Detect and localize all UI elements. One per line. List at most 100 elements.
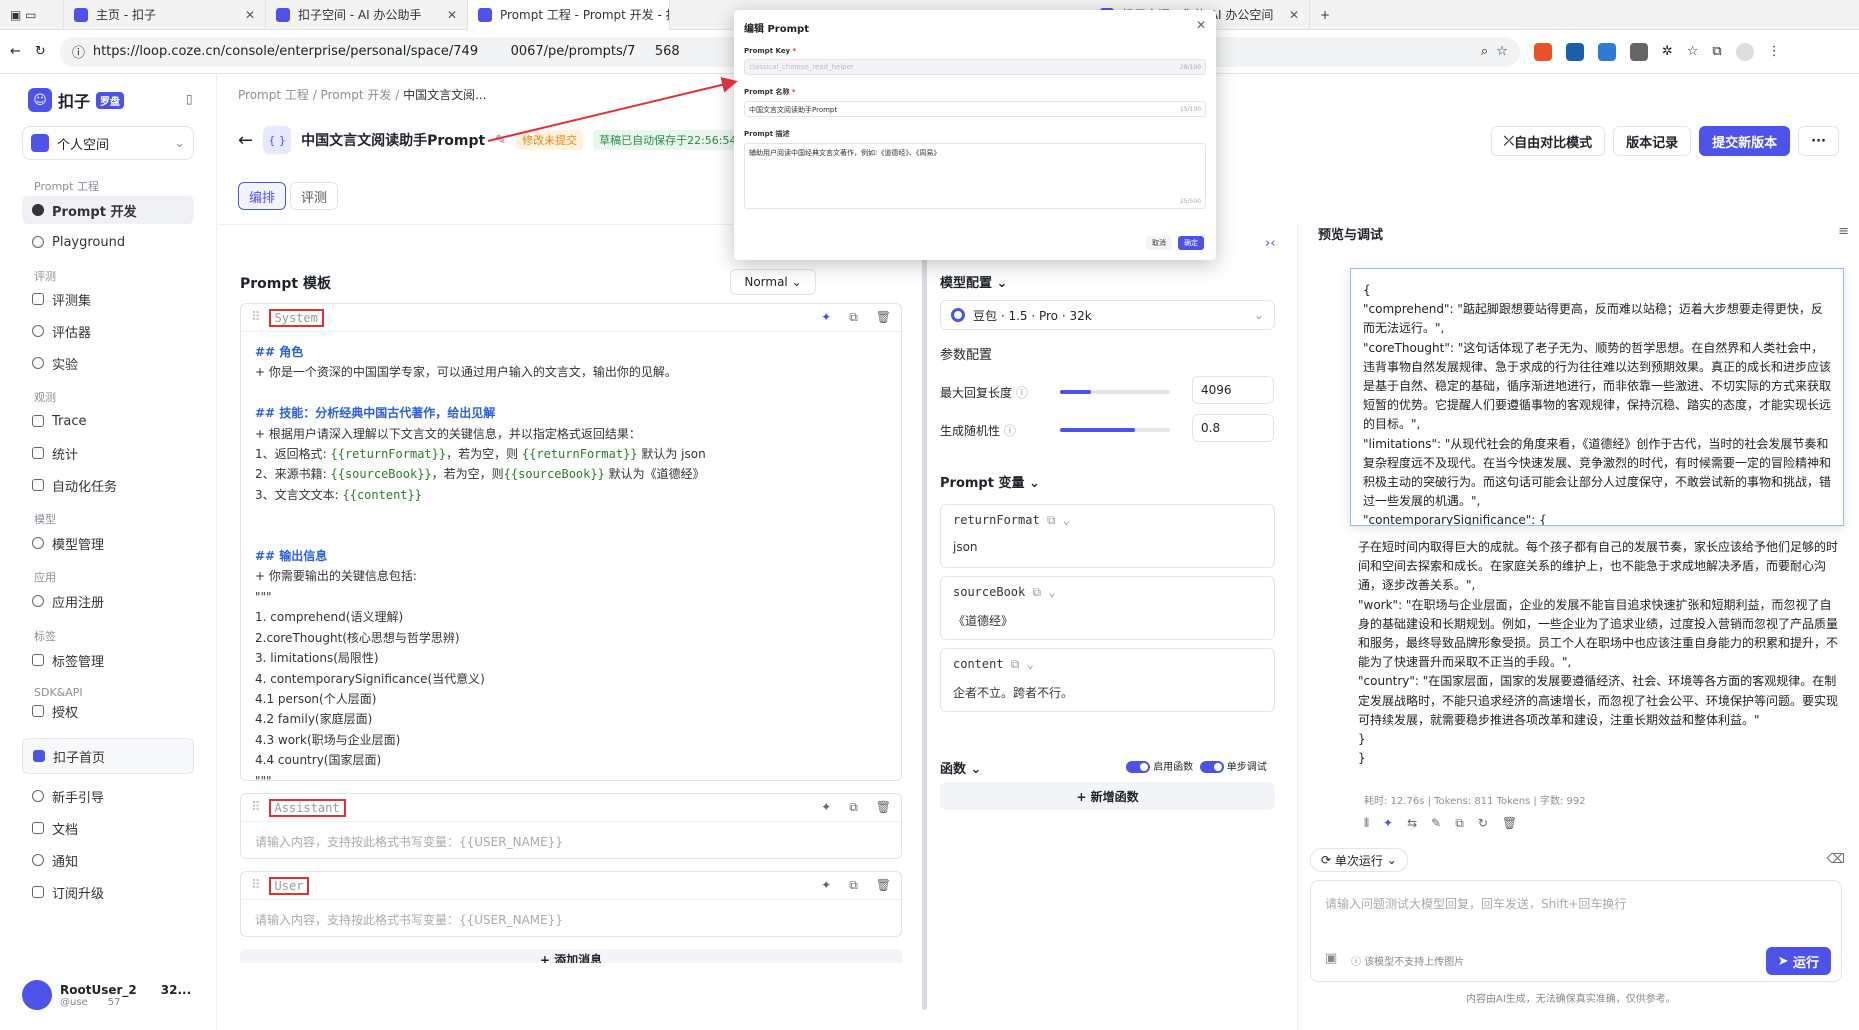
- more-button[interactable]: ···: [1798, 126, 1839, 156]
- tab-evaluate[interactable]: 评测: [290, 182, 339, 210]
- extension-icon[interactable]: [1565, 42, 1584, 61]
- copy-icon[interactable]: ⧉ ⌄: [1047, 513, 1070, 527]
- sidebar-item-prompt-dev[interactable]: Prompt 开发: [22, 196, 194, 224]
- browser-tab-prompt-dev[interactable]: Prompt 工程 - Prompt 开发 - 扣: [468, 0, 670, 30]
- variable-value[interactable]: 《道德经》: [953, 612, 1262, 629]
- delete-icon[interactable]: 🗑: [876, 800, 891, 815]
- function-title[interactable]: 函数 ⌄: [940, 758, 981, 777]
- sidebar-item-model-mgmt[interactable]: 模型管理: [22, 529, 194, 557]
- tab-close-icon[interactable]: ✕: [447, 8, 457, 22]
- zoom-icon[interactable]: ⌕: [1481, 44, 1488, 59]
- variable-card[interactable]: content ⧉ ⌄ 企者不立。跨者不行。: [940, 648, 1275, 712]
- back-arrow-icon[interactable]: ←: [238, 130, 253, 151]
- tab-orchestrate[interactable]: 编排: [238, 182, 287, 210]
- clear-history-icon[interactable]: ⌫: [1827, 852, 1845, 867]
- cancel-button[interactable]: 取消: [1146, 236, 1172, 250]
- sidebar-item-eval-set[interactable]: 评测集: [22, 285, 194, 313]
- new-tab-button[interactable]: +: [1310, 0, 1340, 30]
- coze-home-button[interactable]: 扣子首页: [22, 738, 194, 774]
- tab-close-icon[interactable]: ✕: [245, 8, 255, 22]
- add-message-button[interactable]: + 添加消息: [240, 949, 902, 963]
- model-config-title[interactable]: 模型配置 ⌄: [940, 272, 1007, 291]
- sidebar-item-trace[interactable]: Trace: [22, 407, 194, 435]
- reload-icon[interactable]: ↻: [35, 44, 46, 59]
- compare-icon[interactable]: ⫴: [1364, 816, 1369, 831]
- version-history-button[interactable]: 版本记录: [1613, 126, 1692, 156]
- temperature-slider[interactable]: [1060, 428, 1170, 432]
- sidebar-item-playground[interactable]: Playground: [22, 228, 194, 256]
- profile-avatar[interactable]: [1735, 42, 1754, 61]
- role-label[interactable]: User: [268, 876, 310, 895]
- model-select[interactable]: 豆包 · 1.5 · Pro · 32k ⌄: [940, 300, 1275, 330]
- user-message[interactable]: ⠿ User ✦ ⧉ 🗑 请输入内容，支持按此格式书写变量：{{USER_NAME}…: [240, 871, 902, 937]
- drag-handle-icon[interactable]: ⠿: [251, 800, 261, 815]
- ai-optimize-icon[interactable]: ✦: [821, 310, 831, 325]
- extensions-icon[interactable]: ✲: [1662, 44, 1673, 59]
- max-length-slider[interactable]: [1060, 390, 1170, 394]
- assistant-input[interactable]: 请输入内容，支持按此格式书写变量：{{USER_NAME}}: [241, 822, 901, 862]
- collapse-panel-icon[interactable]: ›‹: [1265, 236, 1275, 251]
- sidebar-item-experiment[interactable]: 实验: [22, 349, 194, 377]
- sidebar-item-app-reg[interactable]: 应用注册: [22, 587, 194, 615]
- role-label[interactable]: Assistant: [268, 798, 346, 817]
- close-icon[interactable]: ✕: [1196, 18, 1206, 32]
- step-debug-toggle[interactable]: [1199, 761, 1224, 773]
- copy-icon[interactable]: ⧉: [849, 878, 858, 893]
- sidebar-item-docs[interactable]: 文档: [22, 814, 194, 842]
- drag-handle-icon[interactable]: ⠿: [251, 310, 261, 325]
- extension-icon[interactable]: [1629, 42, 1648, 61]
- user-input[interactable]: 请输入内容，支持按此格式书写变量：{{USER_NAME}}: [241, 900, 901, 940]
- breadcrumb-item[interactable]: Prompt 开发: [321, 88, 392, 102]
- trace-icon[interactable]: ⇆: [1407, 816, 1417, 831]
- back-icon[interactable]: ←: [10, 44, 21, 59]
- variable-card[interactable]: sourceBook ⧉ ⌄ 《道德经》: [940, 576, 1275, 640]
- browser-tab-coze-space[interactable]: 扣子空间 - AI 办公助手 ✕: [266, 0, 468, 30]
- sidebar-item-stats[interactable]: 统计: [22, 439, 194, 467]
- ai-optimize-icon[interactable]: ✦: [821, 878, 831, 893]
- prompt-var-title[interactable]: Prompt 变量 ⌄: [940, 472, 1040, 491]
- prompt-name-input[interactable]: 中国文言文阅读助手Prompt 15/100: [744, 101, 1206, 117]
- sidebar-item-sdk[interactable]: 授权: [22, 704, 194, 718]
- system-message[interactable]: ⠿ System ✦ ⧉ 🗑 ## 角色 + 你是一个资深的中国国学专家，可以通过用户…: [240, 303, 902, 849]
- sidebar-collapse-icon[interactable]: ▯: [186, 92, 193, 106]
- role-label[interactable]: System: [268, 308, 324, 327]
- assistant-message[interactable]: ⠿ Assistant ✦ ⧉ 🗑 请输入内容，支持按此格式书写变量：{{USER_…: [240, 793, 902, 859]
- system-message-content[interactable]: ## 角色 + 你是一个资深的中国国学专家，可以通过用户输入的文言文，输出你的见解…: [241, 332, 901, 862]
- preview-menu-icon[interactable]: ≡: [1838, 224, 1849, 239]
- refresh-icon[interactable]: ↻: [1478, 816, 1488, 831]
- copy-icon[interactable]: ⧉ ⌄: [1032, 585, 1055, 599]
- run-button[interactable]: ➤ 运行: [1765, 947, 1831, 975]
- drag-handle-icon[interactable]: ⠿: [251, 878, 261, 893]
- sidebar-item-guide[interactable]: 新手引导: [22, 782, 194, 810]
- max-length-input[interactable]: 4096: [1192, 376, 1274, 404]
- add-function-button[interactable]: + 新增函数: [940, 782, 1275, 810]
- ai-icon[interactable]: ✦: [1383, 816, 1393, 831]
- scrollbar[interactable]: [922, 250, 927, 1010]
- space-selector[interactable]: 个人空间 ⌄: [22, 126, 194, 160]
- breadcrumb-item[interactable]: Prompt 工程: [238, 88, 309, 102]
- copy-icon[interactable]: ⧉: [849, 800, 858, 815]
- extension-icon[interactable]: [1533, 42, 1552, 61]
- run-mode-select[interactable]: ⟳ 单次运行 ⌄: [1310, 848, 1408, 872]
- copy-icon[interactable]: ⧉: [1455, 816, 1464, 831]
- copy-icon[interactable]: ⧉: [849, 310, 858, 325]
- user-profile[interactable]: RootUser_2 32... @use 57: [22, 980, 191, 1010]
- confirm-button[interactable]: 确定: [1178, 236, 1204, 250]
- delete-icon[interactable]: 🗑: [876, 310, 891, 325]
- variable-value[interactable]: json: [953, 540, 1262, 554]
- variable-value[interactable]: 企者不立。跨者不行。: [953, 684, 1262, 701]
- delete-icon[interactable]: 🗑: [876, 878, 891, 893]
- sidebar-item-upgrade[interactable]: 订阅升级: [22, 878, 194, 906]
- edit-pencil-icon[interactable]: ✎: [495, 133, 506, 148]
- browser-tab-coze-home[interactable]: 主页 - 扣子 ✕: [64, 0, 266, 30]
- ai-optimize-icon[interactable]: ✦: [821, 800, 831, 815]
- sidebar-item-evaluator[interactable]: 评估器: [22, 317, 194, 345]
- favorite-icon[interactable]: ☆: [1496, 44, 1508, 59]
- image-upload-icon[interactable]: ▣: [1325, 951, 1337, 966]
- browser-menu-icon[interactable]: ⋮: [1768, 44, 1781, 59]
- sidebar-item-notify[interactable]: 通知: [22, 846, 194, 874]
- variable-card[interactable]: returnFormat ⧉ ⌄ json: [940, 504, 1275, 568]
- edit-icon[interactable]: ✎: [1431, 816, 1441, 831]
- temperature-input[interactable]: 0.8: [1192, 414, 1274, 442]
- site-info-icon[interactable]: ⓘ: [72, 42, 85, 61]
